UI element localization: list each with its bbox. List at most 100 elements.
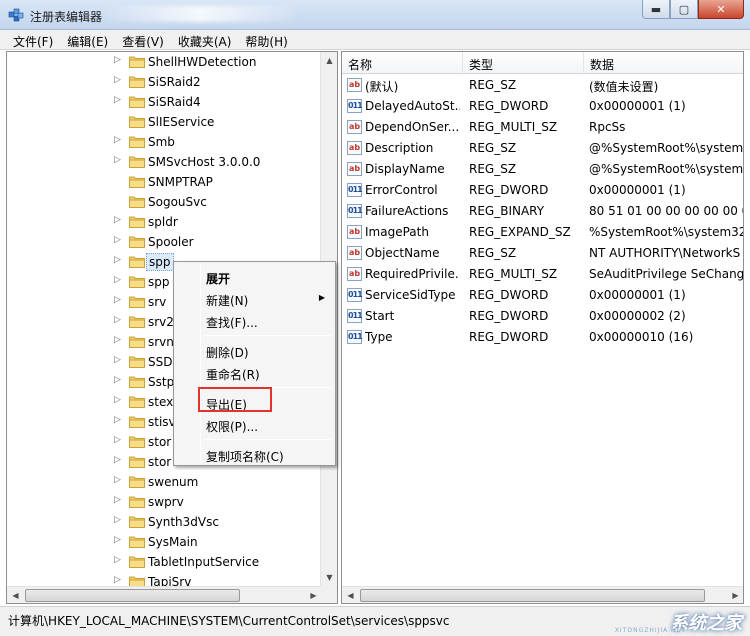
tree-item[interactable]: ▷ swprv (7, 492, 323, 512)
value-type: REG_SZ (469, 141, 517, 155)
tree-item[interactable]: ▷ ShellHWDetection (7, 52, 323, 72)
expand-arrow-icon[interactable]: ▷ (114, 75, 121, 85)
close-button[interactable]: ✕ (698, 0, 744, 19)
value-row[interactable]: ab (默认) REG_SZ (数值未设置) (342, 75, 743, 96)
expand-arrow-icon[interactable]: ▷ (114, 95, 121, 105)
tree-item[interactable]: ▷ TabletInputService (7, 552, 323, 572)
tree-item[interactable]: ▷ Smb (7, 132, 323, 152)
expand-arrow-icon[interactable]: ▷ (114, 455, 121, 465)
folder-icon (129, 175, 145, 188)
context-menu-item[interactable]: 展开 (176, 266, 333, 288)
scroll-right-arrow-icon[interactable]: ▶ (727, 587, 743, 603)
expand-arrow-icon[interactable]: ▷ (114, 575, 121, 585)
scroll-left-arrow-icon[interactable]: ◀ (7, 587, 24, 603)
tree-item-label: srv (148, 295, 167, 309)
expand-arrow-icon[interactable]: ▷ (114, 335, 121, 345)
menu-help[interactable]: 帮助(H) (238, 30, 294, 49)
expand-arrow-icon[interactable]: ▷ (114, 275, 121, 285)
expand-arrow-icon[interactable]: ▷ (114, 235, 121, 245)
value-row[interactable]: ab RequiredPrivile... REG_MULTI_SZ SeAuditP… (342, 264, 744, 285)
value-row[interactable]: 011 Type REG_DWORD 0x00000010 (16) (342, 327, 743, 348)
tree-item[interactable]: ▷ SysMain (7, 532, 323, 552)
menu-edit[interactable]: 编辑(E) (60, 30, 115, 49)
tree-item-label: stex (148, 395, 174, 409)
context-menu-item[interactable]: 删除(D) (176, 340, 333, 362)
scroll-down-arrow-icon[interactable]: ▼ (321, 569, 337, 586)
value-row[interactable]: 011 ErrorControl REG_DWORD 0x00000001 (1) (342, 180, 743, 201)
tree-item[interactable]: ▷ Synth3dVsc (7, 512, 323, 532)
column-header-data[interactable]: 数据 (584, 52, 743, 74)
menu-file[interactable]: 文件(F) (6, 30, 60, 49)
expand-arrow-icon[interactable]: ▷ (114, 495, 121, 505)
column-header-name[interactable]: 名称 (342, 52, 463, 74)
folder-icon (129, 475, 145, 488)
tree-item-label: SMSvcHost 3.0.0.0 (148, 155, 261, 169)
maximize-button[interactable]: ▢ (670, 0, 698, 19)
expand-arrow-icon[interactable]: ▷ (114, 255, 121, 265)
string-value-icon: ab (347, 78, 362, 92)
expand-arrow-icon[interactable]: ▷ (114, 355, 121, 365)
tree-item[interactable]: SNMPTRAP (7, 172, 323, 192)
context-menu-item[interactable]: 新建(N) ▶ (176, 288, 333, 310)
tree-horizontal-scroll-thumb[interactable] (25, 589, 240, 602)
string-value-icon: ab (347, 246, 362, 260)
tree-item[interactable]: ▷ SiSRaid2 (7, 72, 323, 92)
expand-arrow-icon[interactable]: ▷ (114, 415, 121, 425)
folder-icon (129, 335, 145, 348)
expand-arrow-icon[interactable]: ▷ (114, 475, 121, 485)
value-list-pane[interactable]: 名称 类型 数据 ab (默认) REG_SZ (数值未设置) 011 DelayedAu… (341, 51, 744, 604)
tree-horizontal-scrollbar[interactable]: ◀ ▶ (7, 586, 322, 603)
value-row[interactable]: 011 ServiceSidType REG_DWORD 0x00000001 (1) (342, 285, 743, 306)
folder-icon (129, 315, 145, 328)
value-row[interactable]: ab DisplayName REG_SZ @%SystemRoot%\system3 (342, 159, 743, 180)
value-row[interactable]: 011 FailureActions REG_BINARY 80 51 01 00 0… (342, 201, 743, 222)
value-row[interactable]: ab ObjectName REG_SZ NT AUTHORITY\NetworkS (342, 243, 743, 264)
tree-item[interactable]: ▷ SMSvcHost 3.0.0.0 (7, 152, 323, 172)
expand-arrow-icon[interactable]: ▷ (114, 395, 121, 405)
tree-item[interactable]: ▷ Spooler (7, 232, 323, 252)
expand-arrow-icon[interactable]: ▷ (114, 515, 121, 525)
context-menu-item[interactable]: 查找(F)... (176, 310, 333, 332)
list-horizontal-scrollbar[interactable]: ◀ ▶ (342, 586, 743, 603)
context-menu-item-label: 复制项名称(C) (206, 450, 284, 464)
context-menu-item[interactable]: 复制项名称(C) (176, 444, 333, 466)
value-row[interactable]: ab DependOnSer... REG_MULTI_SZ RpcSs (342, 117, 743, 138)
scroll-left-arrow-icon[interactable]: ◀ (342, 587, 359, 603)
expand-arrow-icon[interactable]: ▷ (114, 155, 121, 165)
expand-arrow-icon[interactable]: ▷ (114, 375, 121, 385)
tree-item[interactable]: SogouSvc (7, 192, 323, 212)
context-menu-item[interactable]: 权限(P)... (176, 414, 333, 436)
value-row[interactable]: ab Description REG_SZ @%SystemRoot%\system3 (342, 138, 743, 159)
value-row[interactable]: 011 DelayedAutoSt... REG_DWORD 0x00000001 (… (342, 96, 743, 117)
expand-arrow-icon[interactable]: ▷ (114, 315, 121, 325)
minimize-button[interactable]: ▬ (642, 0, 670, 19)
value-data: SeAuditPrivilege SeChange (589, 267, 744, 281)
value-data: 0x00000002 (2) (589, 309, 686, 323)
expand-arrow-icon[interactable]: ▷ (114, 435, 121, 445)
context-menu-item[interactable]: 重命名(R) (176, 362, 333, 384)
menu-favorites[interactable]: 收藏夹(A) (171, 30, 239, 49)
value-row[interactable]: ab ImagePath REG_EXPAND_SZ %SystemRoot%\sys… (342, 222, 743, 243)
tree-item[interactable]: ▷ SiSRaid4 (7, 92, 323, 112)
tree-item[interactable]: ▷ spldr (7, 212, 323, 232)
tree-item[interactable]: SlIEService (7, 112, 323, 132)
folder-icon (129, 355, 145, 368)
registry-editor-icon (8, 8, 24, 22)
value-type: REG_SZ (469, 162, 517, 176)
tree-item[interactable]: ▷ swenum (7, 472, 323, 492)
expand-arrow-icon[interactable]: ▷ (114, 555, 121, 565)
expand-arrow-icon[interactable]: ▷ (114, 535, 121, 545)
scroll-up-arrow-icon[interactable]: ▲ (321, 52, 337, 69)
menu-separator (204, 439, 331, 440)
list-horizontal-scroll-thumb[interactable] (360, 589, 705, 602)
value-row[interactable]: 011 Start REG_DWORD 0x00000002 (2) (342, 306, 743, 327)
menu-view[interactable]: 查看(V) (115, 30, 171, 49)
expand-arrow-icon[interactable]: ▷ (114, 215, 121, 225)
expand-arrow-icon[interactable]: ▷ (114, 295, 121, 305)
column-header-type[interactable]: 类型 (463, 52, 584, 74)
expand-arrow-icon[interactable]: ▷ (114, 55, 121, 65)
value-name: Description (365, 141, 434, 155)
tree-item-label: ShellHWDetection (148, 55, 257, 69)
expand-arrow-icon[interactable]: ▷ (114, 135, 121, 145)
scroll-corner (320, 586, 337, 603)
